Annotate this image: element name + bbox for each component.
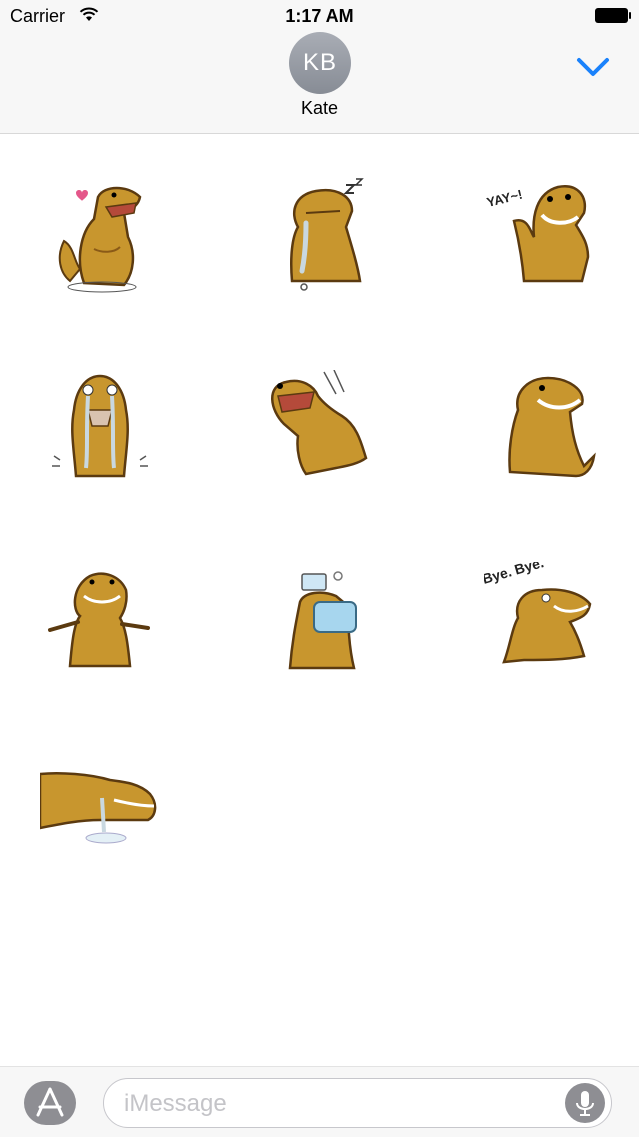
heart-icon — [76, 190, 88, 201]
sticker-grin[interactable] — [484, 370, 604, 490]
svg-text:Bye. Bye.: Bye. Bye. — [484, 562, 545, 587]
sticker-love[interactable] — [40, 177, 160, 297]
composer-bar — [0, 1066, 639, 1137]
microphone-button[interactable] — [565, 1083, 605, 1123]
sticker-sleepy[interactable] — [262, 177, 382, 297]
sticker-crying[interactable] — [40, 370, 160, 490]
sticker-bye[interactable]: Bye. Bye. — [484, 562, 604, 682]
svg-text:YAY~!: YAY~! — [485, 187, 524, 210]
sticker-mask[interactable] — [262, 562, 382, 682]
microphone-icon — [576, 1091, 594, 1116]
sticker-laughing[interactable] — [262, 370, 382, 490]
app-store-button[interactable] — [24, 1081, 76, 1125]
message-input[interactable] — [122, 1079, 566, 1128]
status-bar: Carrier 1:17 AM — [0, 0, 639, 34]
chevron-down-icon[interactable] — [570, 50, 616, 84]
avatar[interactable]: KB — [289, 32, 351, 94]
app-store-icon — [36, 1087, 64, 1117]
clock: 1:17 AM — [285, 6, 354, 26]
battery-icon — [595, 8, 631, 23]
sticker-shrug[interactable] — [40, 562, 160, 682]
sticker-lying-down[interactable] — [40, 754, 160, 874]
contact-name[interactable]: Kate — [0, 98, 639, 119]
sticker-grid: YAY~! Bye. Bye. — [0, 134, 639, 1064]
message-field[interactable] — [103, 1078, 612, 1128]
conversation-header: Carrier 1:17 AM KB Kate — [0, 0, 639, 134]
sticker-yay[interactable]: YAY~! — [484, 177, 604, 297]
